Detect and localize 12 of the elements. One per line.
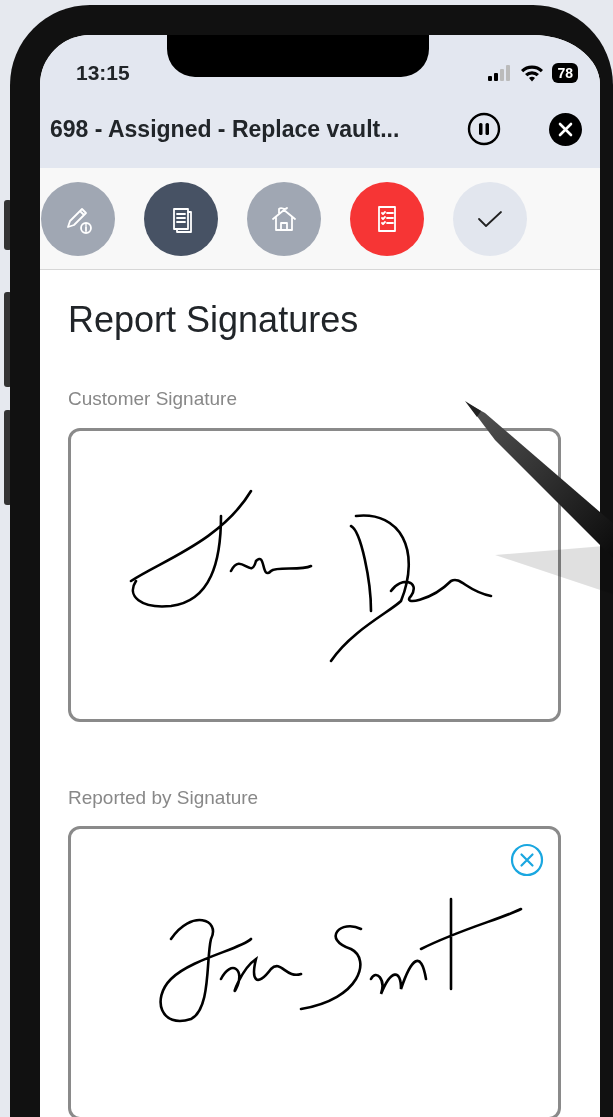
clear-icon	[510, 843, 544, 878]
pause-icon[interactable]	[467, 112, 501, 146]
clear-button[interactable]	[510, 843, 544, 878]
wifi-icon	[520, 63, 545, 82]
battery-level: 78	[552, 62, 578, 83]
page-title: Report Signatures	[68, 298, 360, 342]
signal-icon	[488, 64, 513, 81]
close-icon[interactable]	[549, 112, 582, 146]
status-time: 13:15	[76, 59, 130, 86]
field-label: Customer Signature	[68, 387, 238, 412]
field-label: Reported by Signature	[68, 785, 260, 810]
job-title: 698 - Assigned - Replace vault...	[50, 114, 400, 144]
